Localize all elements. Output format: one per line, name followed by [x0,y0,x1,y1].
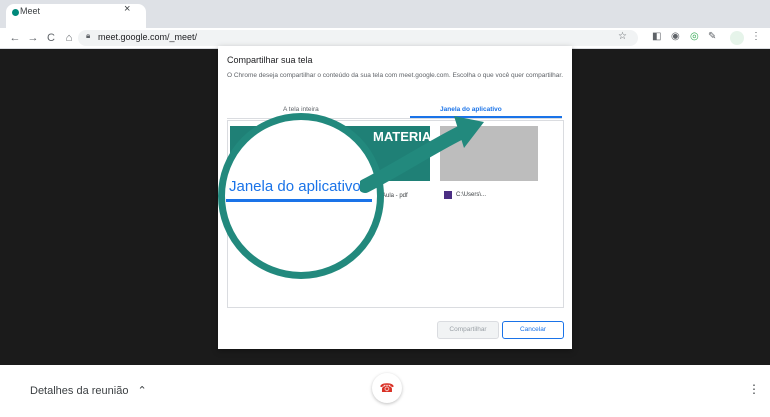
forward-icon[interactable]: → [26,28,40,48]
back-icon[interactable]: ← [8,28,22,48]
meeting-details-button[interactable]: Detalhes da reunião ⌃ [30,384,147,397]
profile-avatar[interactable] [730,31,744,45]
tab-close-icon[interactable]: × [124,3,130,15]
more-options-icon[interactable]: ⋮ [748,382,760,396]
chevron-up-icon: ⌃ [137,385,147,397]
home-icon[interactable]: ⌂ [62,28,76,48]
share-button[interactable]: Compartilhar [437,321,499,339]
magnified-tab-underline [226,199,372,202]
magnified-tab-label: Janela do aplicativo [229,178,361,195]
bookmark-star-icon[interactable]: ☆ [618,31,627,42]
phone-hangup-icon: ☎︎ [379,381,395,395]
extension-icon[interactable]: ◉ [671,31,680,42]
lock-icon[interactable]: 🔒︎ [86,31,90,41]
pen-icon[interactable]: ✎ [708,31,716,42]
meeting-details-label: Detalhes da reunião [30,385,129,397]
menu-icon[interactable]: ⋮ [751,31,761,42]
tab-entire-screen[interactable]: A tela inteira [283,106,319,113]
dialog-title: Compartilhar sua tela [227,55,313,65]
url-text[interactable]: meet.google.com/_meet/ [98,32,197,42]
meet-favicon-icon [12,9,19,16]
arrow-icon [360,116,484,193]
end-call-button[interactable]: ☎︎ [372,373,402,403]
dialog-description: O Chrome deseja compartilhar o conteúdo … [227,72,564,79]
reload-icon[interactable]: C [44,28,58,48]
cancel-button[interactable]: Cancelar [502,321,564,339]
extension-icon[interactable]: ◧ [652,31,661,42]
tab-title: Meet [20,6,41,16]
extension-icon[interactable]: ◎ [690,31,699,42]
